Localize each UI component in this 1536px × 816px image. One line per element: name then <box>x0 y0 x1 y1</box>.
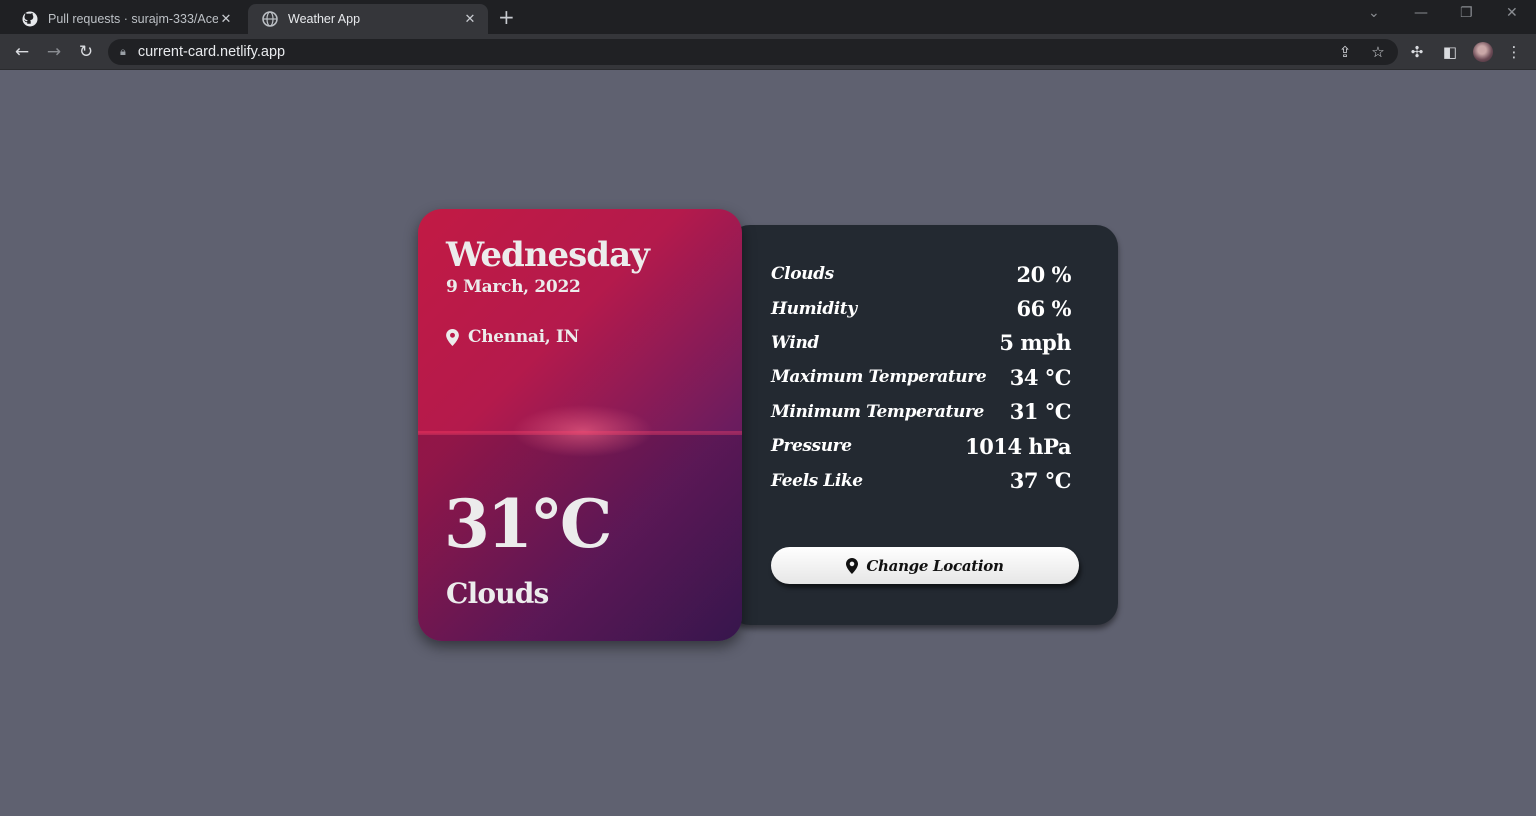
stat-label: Maximum Temperature <box>771 367 987 388</box>
side-panel-icon[interactable]: ◧ <box>1440 42 1460 62</box>
close-tab-icon[interactable]: ✕ <box>218 11 234 27</box>
browser-toolbar: ← → ↻ 🔒︎ current-card.netlify.app ⇪ ☆ ✣ … <box>0 34 1536 70</box>
github-icon <box>22 11 38 27</box>
stat-label: Humidity <box>771 298 857 319</box>
stat-value: 66 % <box>1016 296 1072 322</box>
stat-row-min-temperature: Minimum Temperature 31 °C <box>771 395 1072 429</box>
map-pin-icon <box>846 557 859 574</box>
tab-title: Weather App <box>288 12 361 26</box>
tab-weather-app[interactable]: Weather App ✕ <box>248 4 488 34</box>
stat-value: 34 °C <box>1009 364 1072 390</box>
stat-label: Feels Like <box>771 470 863 491</box>
stat-row-humidity: Humidity 66 % <box>771 291 1071 325</box>
url-text: current-card.netlify.app <box>137 44 286 60</box>
current-temperature: 31°C <box>444 485 612 563</box>
close-tab-icon[interactable]: ✕ <box>462 11 478 27</box>
stat-label: Clouds <box>771 264 834 285</box>
restore-icon[interactable]: ❐ <box>1460 5 1473 21</box>
stat-row-wind: Wind 5 mph <box>771 326 1071 360</box>
reload-icon[interactable]: ↻ <box>76 42 96 62</box>
stat-label: Pressure <box>771 436 852 457</box>
stat-row-clouds: Clouds 20 % <box>771 257 1071 291</box>
bookmark-star-icon[interactable]: ☆ <box>1368 42 1388 62</box>
lock-icon: 🔒︎ <box>120 45 126 58</box>
share-icon[interactable]: ⇪ <box>1335 42 1355 62</box>
change-location-label: Change Location <box>866 556 1004 575</box>
menu-kebab-icon[interactable]: ⋮ <box>1504 42 1524 62</box>
sunset-horizon <box>418 431 742 435</box>
extensions-puzzle-icon[interactable]: ✣ <box>1407 42 1427 62</box>
address-bar[interactable]: 🔒︎ current-card.netlify.app <box>108 39 1398 65</box>
tab-pull-requests[interactable]: Pull requests · surajm-333/Ace-Ti ✕ <box>8 4 244 34</box>
location-text: Chennai, IN <box>468 327 579 347</box>
minimize-icon[interactable]: — <box>1414 5 1428 21</box>
close-window-icon[interactable]: ✕ <box>1506 5 1518 21</box>
stat-value: 5 mph <box>999 330 1071 356</box>
stat-label: Minimum Temperature <box>771 401 984 422</box>
tab-search-icon[interactable]: ⌄ <box>1368 5 1380 21</box>
weather-details-panel: Clouds 20 % Humidity 66 % Wind 5 mph Max… <box>728 225 1118 625</box>
globe-icon <box>262 11 278 27</box>
stat-value: 1014 hPa <box>965 433 1071 459</box>
change-location-button[interactable]: Change Location <box>771 547 1079 584</box>
weekday-heading: Wednesday <box>446 235 650 275</box>
stat-value: 37 °C <box>1009 468 1072 494</box>
weather-stats-list: Clouds 20 % Humidity 66 % Wind 5 mph Max… <box>771 257 1072 498</box>
profile-avatar[interactable] <box>1473 42 1493 62</box>
stat-value: 20 % <box>1016 261 1072 287</box>
date-text: 9 March, 2022 <box>446 277 581 297</box>
stat-row-max-temperature: Maximum Temperature 34 °C <box>771 360 1072 394</box>
stat-value: 31 °C <box>1009 399 1072 425</box>
browser-tab-strip: Pull requests · surajm-333/Ace-Ti ✕ Weat… <box>0 0 1536 34</box>
weather-condition: Clouds <box>446 577 549 610</box>
weather-summary-card: Wednesday 9 March, 2022 Chennai, IN 31°C… <box>418 209 742 641</box>
tab-title: Pull requests · surajm-333/Ace-Ti <box>48 12 218 26</box>
forward-arrow-icon[interactable]: → <box>44 42 64 62</box>
stat-row-pressure: Pressure 1014 hPa <box>771 429 1071 463</box>
back-arrow-icon[interactable]: ← <box>12 42 32 62</box>
location-pin-icon <box>446 328 459 346</box>
stat-label: Wind <box>771 332 819 353</box>
new-tab-icon[interactable]: + <box>498 5 515 29</box>
stat-row-feels-like: Feels Like 37 °C <box>771 463 1072 497</box>
location: Chennai, IN <box>446 327 579 347</box>
